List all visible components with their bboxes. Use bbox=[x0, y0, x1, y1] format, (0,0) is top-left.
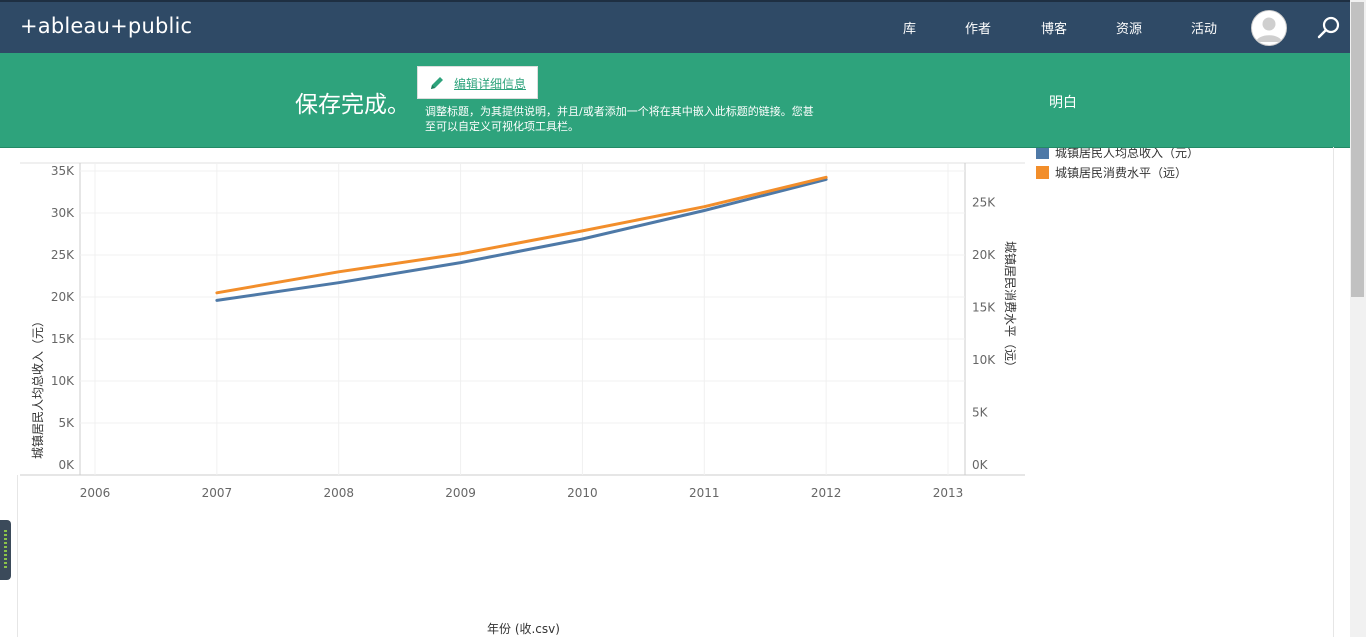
right-tick-label: 5K bbox=[972, 406, 989, 420]
user-icon bbox=[1256, 17, 1282, 42]
x-tick-label: 2013 bbox=[933, 486, 964, 500]
panel-divider-right bbox=[1333, 147, 1334, 637]
left-axis-title: 城镇居民人均总收入（元） bbox=[31, 315, 45, 459]
x-tick-label: 2007 bbox=[202, 486, 233, 500]
top-nav: +ableau+public 库 作者 博客 资源 活动 bbox=[0, 0, 1350, 53]
grip-icon bbox=[4, 530, 7, 570]
x-tick-label: 2012 bbox=[811, 486, 842, 500]
x-tick-label: 2011 bbox=[689, 486, 720, 500]
search-icon[interactable] bbox=[1316, 15, 1342, 41]
edit-details-button[interactable]: 编辑详细信息 bbox=[417, 66, 538, 99]
legend-swatch-consumption bbox=[1036, 166, 1049, 179]
line-chart: 0K5K10K15K20K25K30K35K 0K5K10K15K20K25K … bbox=[20, 162, 1025, 500]
left-axis-ticks: 0K 5K 10K 15K 20K 25K 30K 35K bbox=[51, 164, 75, 472]
chart-grid bbox=[20, 162, 1025, 476]
x-tick-label: 2009 bbox=[445, 486, 476, 500]
x-tick-label: 2008 bbox=[323, 486, 354, 500]
chart-series bbox=[215, 175, 828, 302]
right-tick-label: 10K bbox=[972, 353, 996, 367]
legend-label-consumption: 城镇居民消费水平（远） bbox=[1055, 166, 1188, 180]
nav-item-authors[interactable]: 作者 bbox=[965, 18, 991, 37]
left-tick-label: 20K bbox=[51, 290, 75, 304]
right-axis-ticks: 0K 5K 10K 15K 20K 25K bbox=[972, 196, 996, 473]
nav-item-resources[interactable]: 资源 bbox=[1116, 18, 1142, 37]
right-tick-label: 20K bbox=[972, 248, 996, 262]
banner-description: 调整标题，为其提供说明，并且/或者添加一个将在其中嵌入此标题的链接。您甚至可以自… bbox=[425, 105, 814, 133]
income-series-line bbox=[215, 177, 828, 302]
scrollbar-thumb[interactable] bbox=[1351, 2, 1364, 297]
right-axis-title: 城镇居民消费水平（远） bbox=[1003, 241, 1017, 373]
panel-divider-left bbox=[17, 475, 18, 637]
left-tick-label: 0K bbox=[58, 458, 75, 472]
x-axis-ticks: 2006 2007 2008 2009 2010 2011 2012 2013 bbox=[80, 486, 964, 500]
edit-details-label: 编辑详细信息 bbox=[454, 77, 527, 91]
left-tick-label: 35K bbox=[51, 164, 75, 178]
right-tick-label: 25K bbox=[972, 196, 996, 210]
x-tick-label: 2006 bbox=[80, 486, 111, 500]
right-tick-label: 0K bbox=[972, 458, 989, 472]
nav-item-events[interactable]: 活动 bbox=[1191, 18, 1217, 37]
pencil-icon bbox=[431, 77, 443, 89]
left-tick-label: 5K bbox=[58, 416, 75, 430]
x-tick-label: 2010 bbox=[567, 486, 598, 500]
x-axis-field-label: 年份 (收.csv) bbox=[487, 622, 560, 636]
left-tick-label: 10K bbox=[51, 374, 75, 388]
left-tick-label: 15K bbox=[51, 332, 75, 346]
tableau-public-logo[interactable]: +ableau+public bbox=[20, 14, 192, 38]
avatar[interactable] bbox=[1251, 10, 1287, 46]
save-complete-message: 保存完成。 bbox=[295, 92, 410, 118]
right-tick-label: 15K bbox=[972, 301, 996, 315]
save-complete-banner: 保存完成。 编辑详细信息 调整标题，为其提供说明，并且/或者添加一个将在其中嵌入… bbox=[0, 53, 1350, 148]
nav-item-blog[interactable]: 博客 bbox=[1041, 18, 1067, 37]
consumption-series-line bbox=[215, 175, 828, 295]
left-tick-label: 30K bbox=[51, 206, 75, 220]
left-tick-label: 25K bbox=[51, 248, 75, 262]
side-panel-handle[interactable] bbox=[0, 520, 11, 580]
nav-item-library[interactable]: 库 bbox=[903, 18, 916, 37]
got-it-button[interactable]: 明白 bbox=[1049, 92, 1077, 112]
